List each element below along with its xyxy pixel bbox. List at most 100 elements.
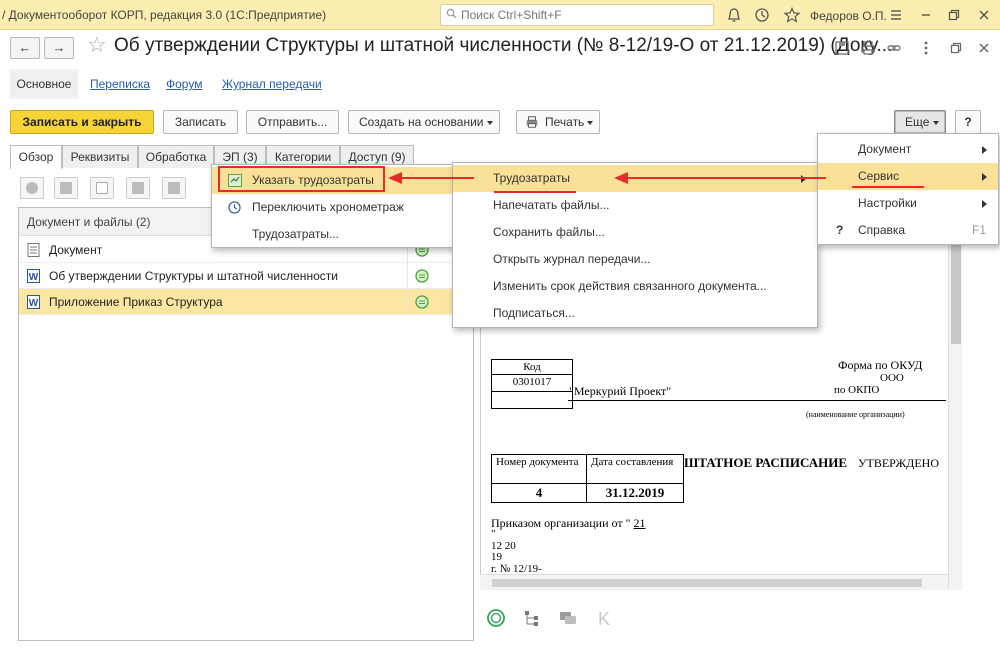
structure-icon[interactable] (522, 608, 542, 628)
doc-date-value: 31.12.2019 (586, 483, 684, 503)
menu-item-subscribe[interactable]: Подписаться... (453, 300, 817, 327)
minimize-icon[interactable] (918, 7, 934, 23)
save-disk-icon[interactable] (834, 40, 850, 56)
chevron-right-icon (982, 200, 987, 208)
file-icon (96, 182, 108, 194)
org-underline (568, 400, 946, 401)
scroll-thumb[interactable] (951, 240, 961, 344)
chevron-down-icon (487, 121, 493, 125)
search-input[interactable] (440, 4, 714, 26)
section-correspondence[interactable]: Переписка (90, 69, 150, 99)
menu-item-label: Сохранить файлы... (493, 225, 605, 239)
forward-button[interactable]: → (44, 37, 74, 59)
file-row[interactable]: W Об утверждении Структуры и штатной чис… (19, 263, 473, 289)
favorites-icon[interactable] (784, 7, 800, 23)
menu-item-label: Переключить хронометраж (252, 200, 404, 214)
order-number-line: г. № 12/19- (491, 563, 542, 575)
approved-label: УТВЕРЖДЕНО (858, 456, 940, 470)
order-line: Приказом организации от " 21 (491, 516, 646, 531)
okpo-label: по ОКПО (834, 384, 880, 396)
menu-item-label: Настройки (858, 196, 917, 210)
chevron-right-icon (982, 146, 987, 154)
menu-item-toggle-timer[interactable]: Переключить хронометраж (212, 194, 454, 221)
print-button[interactable]: Печать (516, 110, 600, 134)
menu-item-label: Сервис (858, 169, 900, 183)
save-and-close-button[interactable]: Записать и закрыть (10, 110, 154, 134)
menu-item-label: Изменить срок действия связанного докуме… (493, 279, 767, 293)
more-menu: Документ Сервис Настройки ? Справка F1 (817, 133, 999, 245)
more-options-icon[interactable] (918, 40, 934, 56)
print-label: Печать (545, 115, 585, 129)
tab-details[interactable]: Реквизиты (62, 145, 138, 168)
section-main[interactable]: Основное (10, 69, 78, 99)
menu-item-label: Справка (858, 223, 906, 237)
menu-item-label: Напечатать файлы... (493, 198, 610, 212)
help-button[interactable]: ? (955, 110, 981, 134)
shortcut-label: F1 (971, 223, 986, 237)
order-line-text: Приказом организации от " (491, 516, 631, 530)
horizontal-scrollbar[interactable] (480, 574, 948, 590)
file-name: Приложение Приказ Структура (49, 295, 223, 309)
back-button[interactable]: ← (10, 37, 40, 59)
menu-item-labor[interactable]: Трудозатраты (453, 165, 817, 192)
bell-icon[interactable] (726, 7, 742, 23)
printer-icon[interactable] (860, 40, 876, 56)
restore-icon[interactable] (946, 7, 962, 23)
create-based-button[interactable]: Создать на основании (348, 110, 500, 134)
code-value: 0301017 (491, 374, 573, 392)
add-file-button[interactable] (20, 177, 44, 199)
signature-status-icon[interactable] (486, 608, 506, 628)
edit-file-button[interactable] (126, 177, 150, 199)
word-file-icon: W (27, 295, 40, 309)
comments-icon[interactable] (558, 608, 578, 628)
ooo-label: ООО (880, 372, 904, 384)
doc-date-label: Дата составления (586, 454, 684, 484)
file-row-selected[interactable]: W Приложение Приказ Структура (19, 289, 473, 315)
tab-processing[interactable]: Обработка (138, 145, 214, 168)
stamp-button[interactable] (162, 177, 186, 199)
menu-item-settings[interactable]: Настройки (818, 190, 998, 217)
tab-overview[interactable]: Обзор (10, 145, 62, 169)
k-icon[interactable]: K (594, 608, 614, 628)
service-menu: Трудозатраты Напечатать файлы... Сохрани… (452, 162, 818, 328)
form-close-icon[interactable] (976, 40, 992, 56)
menu-item-change-validity[interactable]: Изменить срок действия связанного докуме… (453, 273, 817, 300)
more-button[interactable]: Еще (894, 110, 946, 134)
scan-button[interactable] (54, 177, 78, 199)
section-transfer-log[interactable]: Журнал передачи (222, 69, 322, 99)
scroll-thumb[interactable] (492, 579, 922, 587)
stamp-icon (168, 182, 180, 194)
close-icon[interactable] (976, 7, 992, 23)
signature-icon (415, 269, 429, 283)
new-file-button[interactable] (90, 177, 114, 199)
hamburger-icon[interactable] (888, 7, 904, 23)
svg-text:W: W (29, 298, 39, 309)
window-restore-icon[interactable] (948, 40, 964, 56)
printer-icon (526, 116, 538, 128)
send-button[interactable]: Отправить... (246, 110, 339, 134)
save-button[interactable]: Записать (163, 110, 238, 134)
app-title: / Документооборот КОРП, редакция 3.0 (1С… (2, 8, 327, 22)
column-divider (407, 263, 408, 289)
star-icon[interactable]: ☆ (87, 34, 107, 56)
code-header: Код (491, 359, 573, 375)
menu-item-document[interactable]: Документ (818, 136, 998, 163)
page-title: Об утверждении Структуры и штатной числе… (114, 35, 893, 56)
history-icon[interactable] (754, 7, 770, 23)
section-forum[interactable]: Форум (166, 69, 202, 99)
vertical-scrollbar[interactable] (948, 230, 962, 590)
order-day: 21 (633, 516, 646, 530)
files-panel: Документ и файлы (2) Документ W Об утвер… (18, 207, 474, 641)
chevron-down-icon (933, 121, 939, 125)
user-name[interactable]: Федоров О.П. (810, 9, 887, 23)
menu-item-save-files[interactable]: Сохранить файлы... (453, 219, 817, 246)
menu-item-print-files[interactable]: Напечатать файлы... (453, 192, 817, 219)
menu-item-label: Трудозатраты... (252, 227, 339, 241)
menu-item-help[interactable]: ? Справка F1 (818, 217, 998, 244)
link-icon[interactable] (886, 40, 902, 56)
menu-item-label: Документ (858, 142, 912, 156)
menu-item-labor-list[interactable]: Трудозатраты... (212, 221, 454, 248)
chevron-right-icon (982, 173, 987, 181)
menu-item-label: Открыть журнал передачи... (493, 252, 651, 266)
menu-item-open-transfer-log[interactable]: Открыть журнал передачи... (453, 246, 817, 273)
